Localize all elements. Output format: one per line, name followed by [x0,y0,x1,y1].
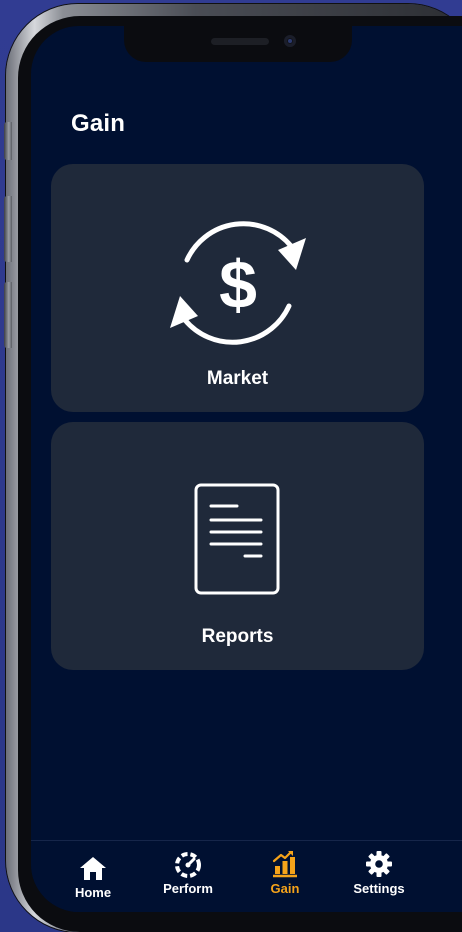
app-screen: Gain $ Market Reports Home Perform Gain … [31,26,462,912]
tab-gain[interactable]: Gain [240,849,330,905]
side-button-mute [4,122,12,160]
gear-icon [365,849,393,879]
bar-chart-icon [271,849,299,879]
speedometer-icon [173,849,203,879]
side-button-volume-down [4,282,12,348]
reports-card-label: Reports [201,626,274,647]
app-stage: Gain $ Market Reports Home Perform Gain … [0,0,462,932]
market-card-label: Market [206,368,269,389]
front-camera [284,35,296,47]
page-title: Gain [71,110,126,137]
market-card[interactable]: $ Market [51,164,424,412]
reports-card[interactable]: Reports [51,422,424,670]
dollar-exchange-icon: $ [51,208,424,358]
tab-perform[interactable]: Perform [143,849,233,905]
tab-home[interactable]: Home [48,853,138,909]
svg-text:$: $ [219,247,257,323]
tab-perform-label: Perform [163,881,213,896]
home-icon [79,853,107,883]
document-icon [51,482,424,598]
tab-gain-label: Gain [270,881,300,896]
phone-notch [124,26,352,62]
tab-settings-label: Settings [353,881,405,896]
speaker-grille [211,38,269,45]
tab-settings[interactable]: Settings [334,849,424,905]
bottom-tab-bar: Home Perform Gain Settings [31,840,462,912]
tab-home-label: Home [74,885,112,900]
side-button-volume-up [4,196,12,262]
